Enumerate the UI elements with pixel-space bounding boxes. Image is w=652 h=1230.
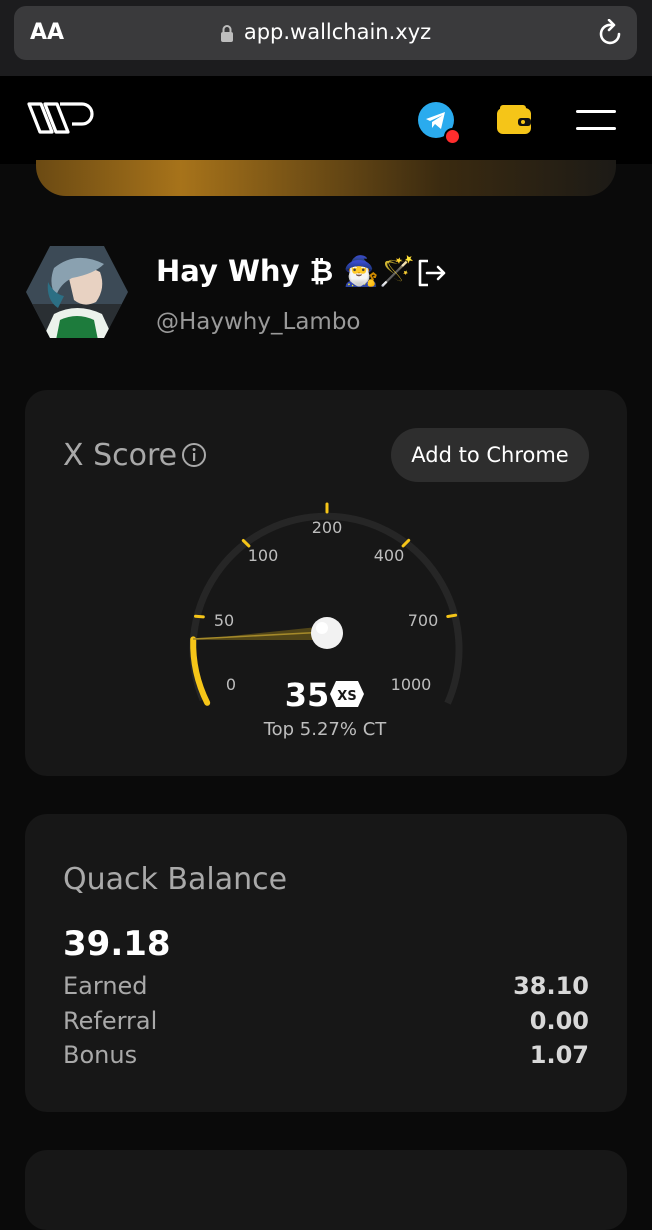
- next-card: [25, 1150, 627, 1230]
- quack-balance-total: 39.18: [63, 924, 171, 964]
- row-value: 38.10: [513, 972, 589, 1000]
- wallet-icon[interactable]: [496, 104, 532, 136]
- earned-row: Earned 38.10: [63, 972, 589, 1000]
- quack-balance-card: Quack Balance 39.18 Earned 38.10 Referra…: [25, 814, 627, 1112]
- row-value: 0.00: [529, 1007, 589, 1035]
- lock-icon: [220, 25, 233, 42]
- tick-label: 700: [408, 611, 439, 630]
- rank-text: Top 5.27% CT: [263, 719, 388, 740]
- tick-label: 200: [312, 518, 343, 537]
- address-bar[interactable]: AA app.wallchain.xyz: [14, 6, 637, 60]
- row-label: Earned: [63, 972, 148, 1000]
- tick-label: 400: [374, 546, 405, 565]
- logout-icon[interactable]: [416, 258, 448, 288]
- avatar[interactable]: [24, 244, 130, 340]
- gauge-hub: [311, 617, 343, 649]
- profile-name: Hay Why ₿ 🧙‍♂️🪄: [156, 254, 416, 288]
- row-label: Bonus: [63, 1041, 138, 1069]
- menu-icon[interactable]: [576, 110, 616, 132]
- xscore-card: X Score Add to Chrome 0 50 100 200 400 7…: [25, 390, 627, 776]
- reload-icon[interactable]: [597, 19, 623, 47]
- tick-label: 100: [248, 546, 279, 565]
- xs-badge-icon: XS: [330, 681, 364, 707]
- promo-banner[interactable]: [36, 160, 616, 196]
- svg-text:XS: XS: [337, 689, 356, 704]
- tick-label: 1000: [391, 675, 432, 694]
- row-value: 1.07: [529, 1041, 589, 1069]
- tick-label: 50: [214, 611, 234, 630]
- referral-row: Referral 0.00: [63, 1007, 589, 1035]
- xscore-gauge: 0 50 100 200 400 700 1000 35 XS Top 5.27…: [189, 502, 463, 740]
- row-label: Referral: [63, 1007, 158, 1035]
- tick-label: 0: [226, 675, 236, 694]
- bonus-row: Bonus 1.07: [63, 1041, 589, 1069]
- quack-balance-title: Quack Balance: [63, 862, 288, 897]
- wallchain-logo-icon[interactable]: [26, 98, 96, 138]
- notification-dot: [444, 128, 461, 145]
- score-value: 35: [285, 676, 330, 714]
- browser-chrome: AA app.wallchain.xyz: [0, 0, 652, 76]
- url-label: app.wallchain.xyz: [243, 20, 432, 44]
- app-header: [0, 76, 652, 164]
- url-text[interactable]: app.wallchain.xyz: [14, 20, 637, 44]
- profile-handle: @Haywhy_Lambo: [156, 309, 361, 335]
